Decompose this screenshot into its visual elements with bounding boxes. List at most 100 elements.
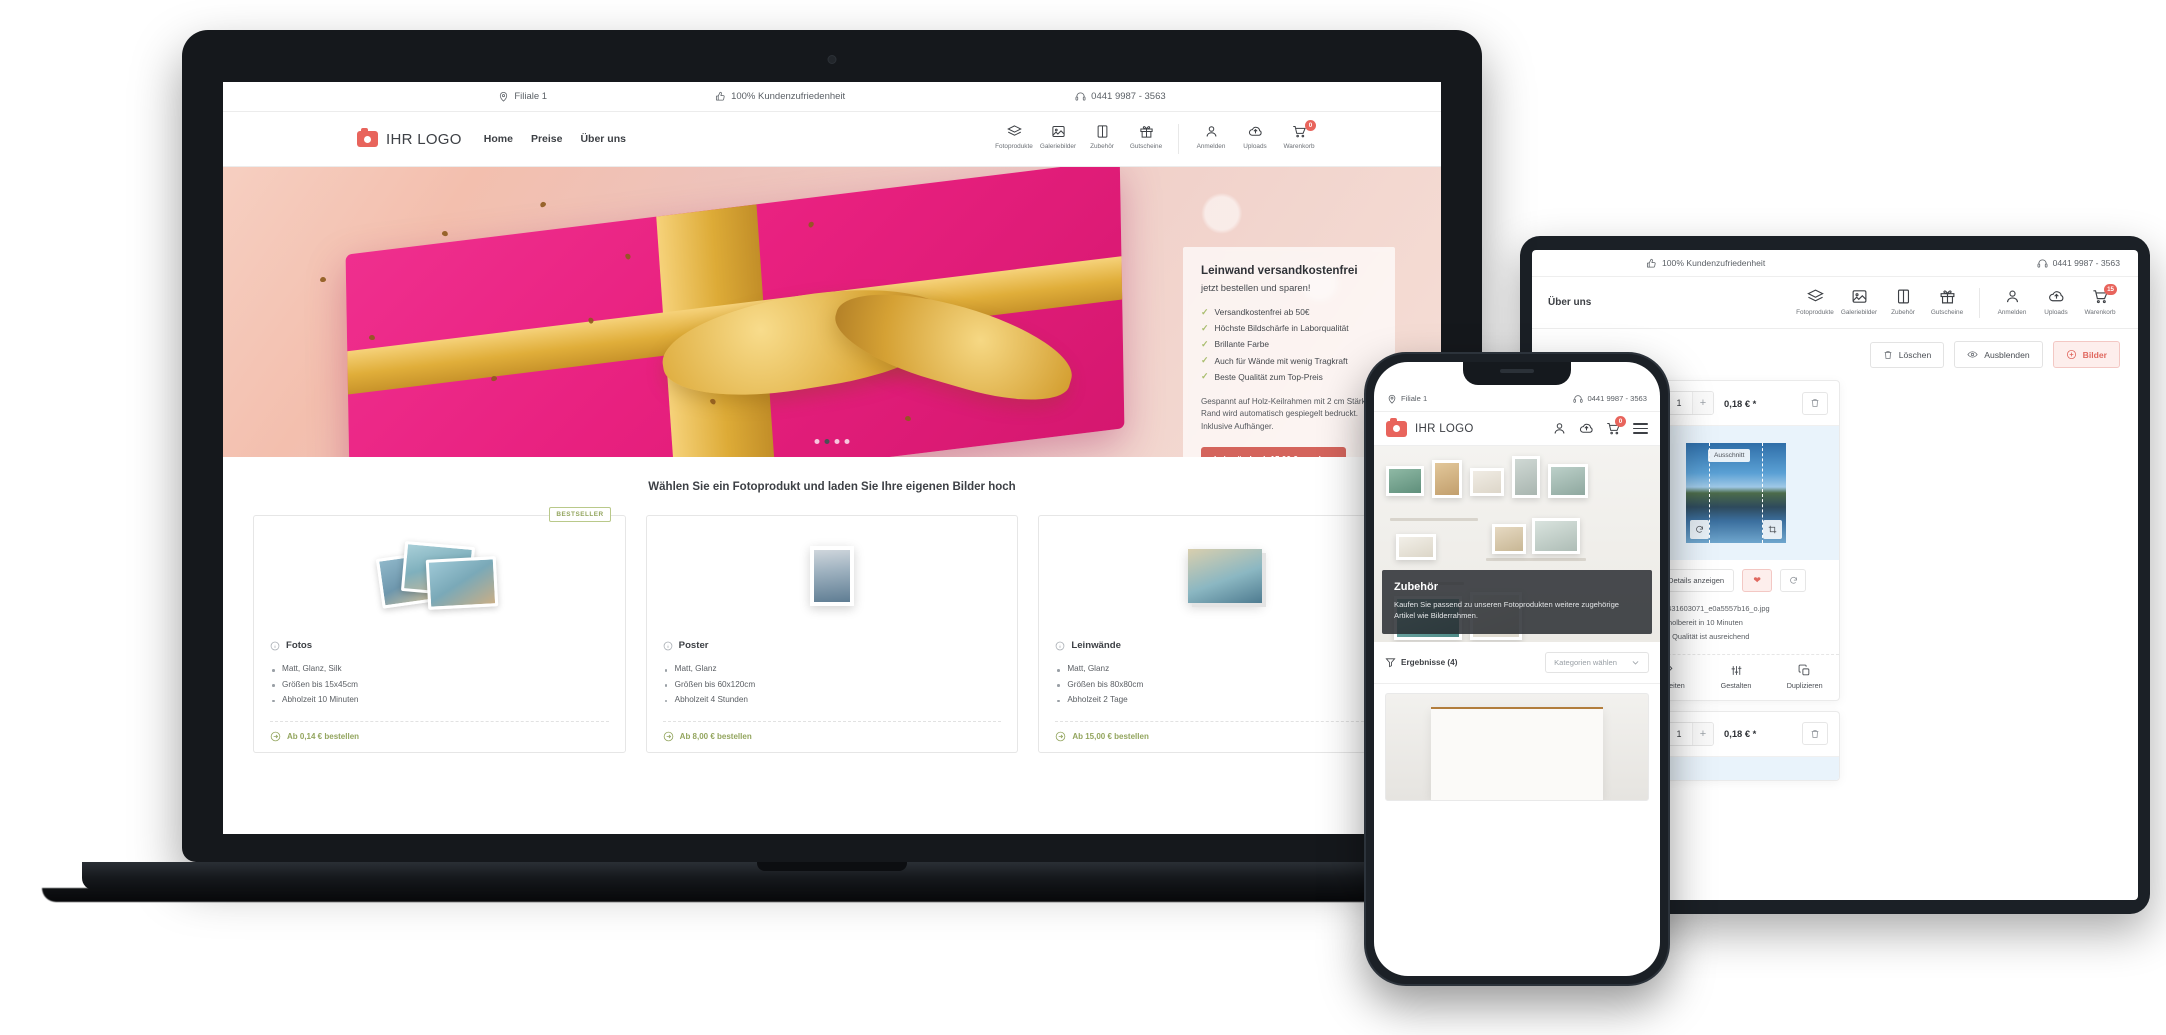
- remove-item-button[interactable]: [1802, 722, 1828, 746]
- map-pin-icon: [498, 91, 509, 102]
- nav-link-ueber-uns[interactable]: Über uns: [580, 133, 626, 145]
- product-specs: Matt, Glanz Größen bis 80x80cm Abholzeit…: [1055, 661, 1394, 707]
- nav-icon-fotoprodukte[interactable]: Fotoprodukte: [992, 124, 1036, 150]
- phone-hero-overlay: Zubehör Kaufen Sie passend zu unseren Fo…: [1382, 570, 1652, 634]
- nav-icon-uploads[interactable]: Uploads: [1233, 124, 1277, 150]
- meta-quality: Die Qualität ist ausreichend: [1644, 629, 1828, 643]
- product-title: Fotos: [286, 640, 313, 651]
- layers-icon: [1806, 288, 1824, 305]
- user-icon: [2004, 288, 2021, 305]
- remove-item-button[interactable]: [1802, 391, 1828, 415]
- nav-icon-galeriebilder[interactable]: Galeriebilder: [1036, 124, 1080, 150]
- site-logo[interactable]: IHR LOGO: [1386, 417, 1474, 437]
- meta-filename: 14431603071_e0a5557b16_o.jpg: [1644, 601, 1828, 615]
- cloud-upload-icon[interactable]: [1579, 421, 1594, 436]
- nav-icon-label: Zubehör: [1891, 308, 1915, 316]
- delete-button[interactable]: Löschen: [1869, 341, 1945, 368]
- product-cta[interactable]: Ab 8,00 € bestellen: [662, 721, 1002, 752]
- photo-stack-illustration: [376, 540, 499, 612]
- carousel-dot[interactable]: [844, 439, 850, 444]
- nav-icon-gutscheine[interactable]: Gutscheine: [1925, 288, 1969, 316]
- user-icon[interactable]: [1552, 421, 1567, 436]
- nav-icon-fotoprodukte[interactable]: Fotoprodukte: [1793, 288, 1837, 316]
- favorite-button[interactable]: ❤: [1742, 569, 1773, 592]
- rotate-button[interactable]: [1690, 520, 1709, 539]
- refresh-icon: [1789, 576, 1797, 584]
- product-card-leinwaende[interactable]: NEU! Leinwände Matt, Glanz Größ: [1038, 507, 1412, 754]
- chevron-down-icon: [1631, 658, 1640, 667]
- nav-icon-label: Galeriebilder: [1840, 308, 1878, 316]
- cart-icon[interactable]: 0: [1606, 416, 1626, 436]
- phone-topbar: Filiale 1 0441 9987 - 3563: [1374, 386, 1660, 412]
- carousel-dot[interactable]: [834, 439, 840, 444]
- category-select[interactable]: Kategorien wählen: [1545, 652, 1649, 673]
- nav-link-preise[interactable]: Preise: [531, 133, 563, 145]
- satisfaction-text: 100% Kundenzufriedenheit: [1662, 258, 1766, 268]
- image-icon: [1851, 288, 1868, 305]
- thumbs-up-icon: [715, 91, 726, 102]
- info-icon: [270, 641, 280, 651]
- product-card-poster[interactable]: Poster Matt, Glanz Größen bis 60x120cm A…: [645, 515, 1019, 754]
- tablet-icon-nav: Fotoprodukte Galeriebilder Zubehör Gutsc…: [1793, 283, 2122, 318]
- gift-icon: [1139, 124, 1154, 139]
- spec-item: Matt, Glanz: [663, 661, 1002, 676]
- qty-increase-button[interactable]: +: [1693, 392, 1713, 414]
- product-image: [663, 534, 1002, 618]
- tablet-navbar: Über uns Fotoprodukte Galeriebilder Zube…: [1532, 277, 2138, 329]
- product-cards: BESTSELLER Fotos Matt, Glanz, Silk Größe…: [253, 507, 1412, 754]
- product-cta[interactable]: Ab 15,00 € bestellen: [1055, 721, 1395, 752]
- nav-link-home[interactable]: Home: [484, 133, 513, 145]
- design-action[interactable]: Gestalten: [1702, 664, 1771, 690]
- nav-icon-zubehoer[interactable]: Zubehör: [1080, 124, 1124, 150]
- nav-icon-gutscheine[interactable]: Gutscheine: [1124, 124, 1168, 150]
- nav-icon-warenkorb[interactable]: 15 Warenkorb: [2078, 283, 2122, 316]
- crop-label: Ausschnitt: [1708, 449, 1751, 462]
- product-cta[interactable]: Ab 0,14 € bestellen: [270, 721, 609, 752]
- hero-cta-button[interactable]: Leinwände ab 15,00 € ansehen: [1201, 446, 1347, 457]
- spec-item: Matt, Glanz: [1055, 661, 1394, 676]
- hero-subtitle: jetzt bestellen und sparen!: [1201, 282, 1311, 293]
- carousel-dot[interactable]: [814, 439, 820, 444]
- nav-icon-uploads[interactable]: Uploads: [2034, 288, 2078, 316]
- duplicate-action[interactable]: Duplizieren: [1770, 664, 1839, 690]
- phone-info: 0441 9987 - 3563: [2037, 258, 2120, 269]
- crop-button[interactable]: [1763, 520, 1782, 539]
- nav-icon-warenkorb[interactable]: 0 Warenkorb: [1277, 120, 1321, 150]
- benefit-item: ✓ Auch für Wände mit wenig Tragkraft: [1201, 355, 1348, 366]
- camera-icon: [1386, 417, 1407, 437]
- filter-icon: [1385, 657, 1396, 668]
- check-icon: ✓: [1201, 322, 1209, 333]
- gift-icon: [1939, 288, 1956, 305]
- hide-button[interactable]: Ausblenden: [1954, 341, 2043, 368]
- nav-icon-label: Gutscheine: [1129, 143, 1163, 150]
- phone-speaker: [1500, 369, 1534, 373]
- nav-icon-anmelden[interactable]: Anmelden: [1189, 124, 1233, 150]
- laptop-icon-nav: Fotoprodukte Galeriebilder Zubehör Gutsc…: [992, 120, 1321, 154]
- pickup-text: Abholbereit in 10 Minuten: [1659, 617, 1743, 627]
- nav-icon-galeriebilder[interactable]: Galeriebilder: [1837, 288, 1881, 316]
- cloud-upload-icon: [2048, 288, 2065, 305]
- nav-icon-label: Warenkorb: [2084, 308, 2116, 316]
- phone-icon-nav: 0: [1552, 416, 1648, 436]
- nav-icon-anmelden[interactable]: Anmelden: [1990, 288, 2034, 316]
- user-icon: [1204, 124, 1219, 139]
- nav-link-ueber-uns[interactable]: Über uns: [1548, 297, 1591, 308]
- phone-product-tile[interactable]: [1385, 693, 1649, 801]
- product-image: [1055, 534, 1394, 618]
- qty-increase-button[interactable]: +: [1693, 722, 1713, 745]
- spec-item: Größen bis 15x45cm: [270, 676, 609, 691]
- carousel-dot-active[interactable]: [824, 439, 830, 444]
- headset-icon: [1573, 394, 1583, 404]
- nav-icon-zubehoer[interactable]: Zubehör: [1881, 288, 1925, 316]
- overlay-description: Kaufen Sie passend zu unseren Fotoproduk…: [1394, 600, 1620, 620]
- reset-button[interactable]: [1780, 569, 1807, 592]
- thumbs-up-icon: [1646, 258, 1657, 269]
- satisfaction-text: 100% Kundenzufriedenheit: [731, 91, 846, 102]
- camera-icon: [357, 128, 378, 147]
- hamburger-menu-icon[interactable]: [1633, 423, 1648, 434]
- add-images-button[interactable]: Bilder: [2052, 341, 2120, 368]
- site-logo[interactable]: IHR LOGO: [357, 128, 462, 148]
- branch-text: Filiale 1: [1401, 394, 1428, 403]
- carousel-dots[interactable]: [814, 439, 850, 444]
- product-card-fotos[interactable]: BESTSELLER Fotos Matt, Glanz, Silk Größe…: [253, 507, 626, 754]
